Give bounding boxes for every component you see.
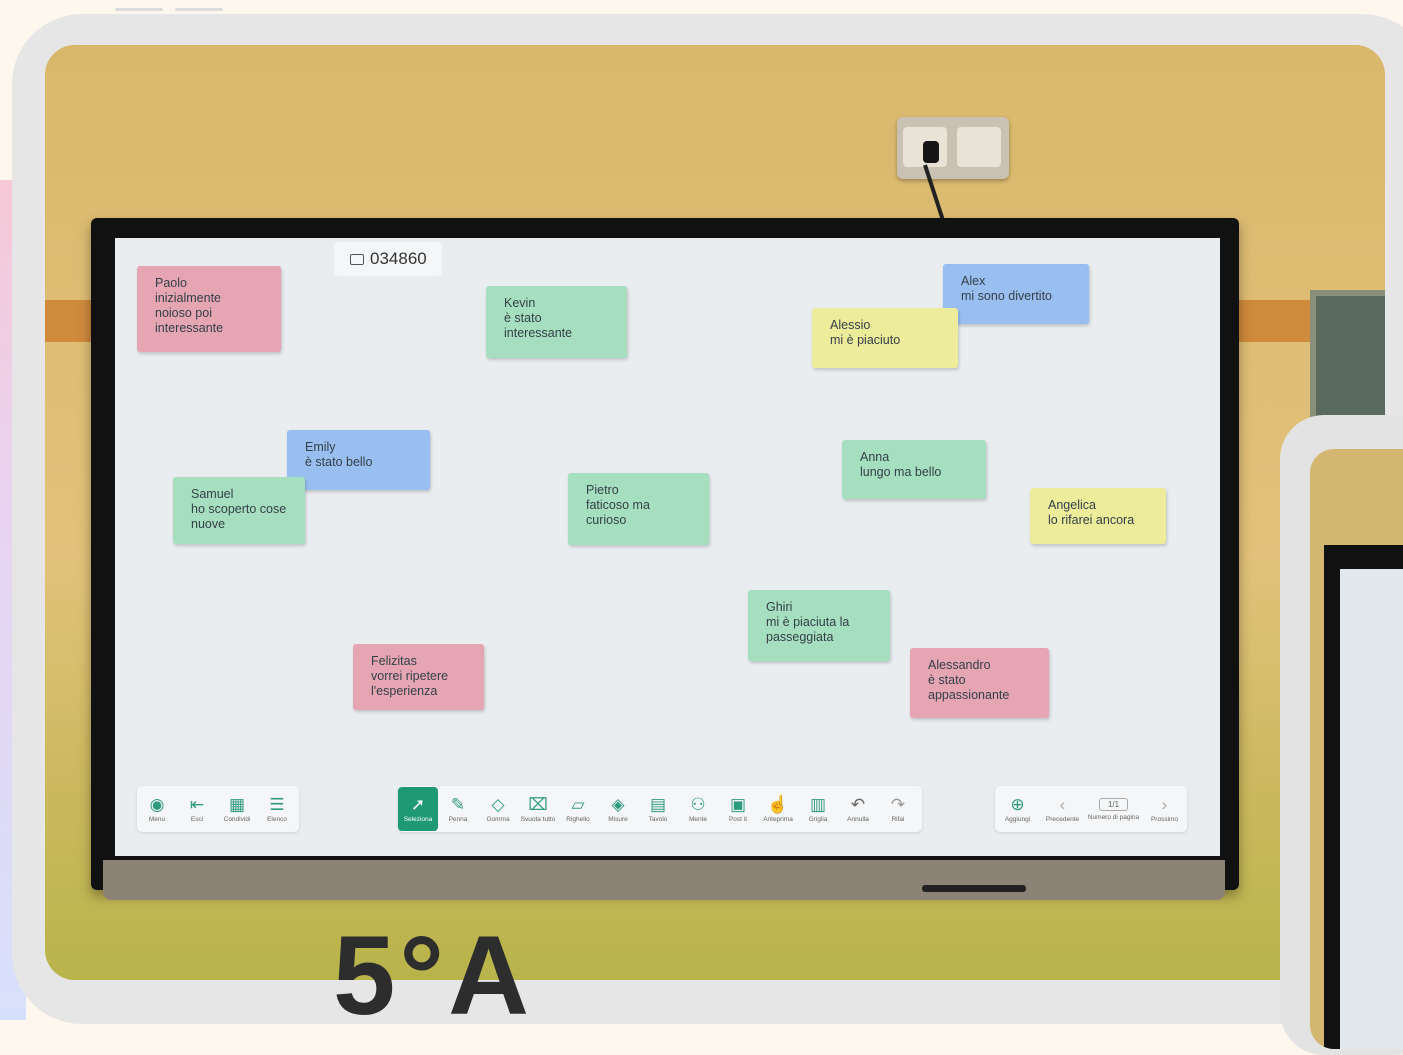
shapes-button[interactable]: ◈ Misure — [598, 787, 638, 831]
second-tablet-frame — [1280, 415, 1403, 1055]
previous-page-button[interactable]: ‹ Precedente — [1043, 787, 1083, 831]
menu-icon: ◉ — [149, 794, 165, 814]
wall-frame — [1310, 290, 1385, 432]
chevron-left-icon: ‹ — [1059, 794, 1066, 814]
grid-button[interactable]: ▥ Griglia — [798, 787, 838, 831]
code-icon — [350, 253, 364, 265]
toolbar-left: ◉ Menu ⇤ Esci ▦ Condividi ☰ Elenco — [137, 786, 299, 832]
menu-button[interactable]: ◉ Menu — [137, 787, 177, 831]
toolbar-pages: ⊕ Aggiungi ‹ Precedente 1/1 Numero di pagin… — [995, 786, 1187, 832]
add-icon: ⊕ — [1010, 794, 1025, 814]
share-button[interactable]: ▦ Condividi — [217, 787, 257, 831]
sticky-note[interactable]: Alessandro è stato appassionante — [910, 648, 1049, 718]
eraser-icon: ◇ — [491, 794, 505, 814]
classroom-photo: 034860 Paolo inizialmente noioso poi int… — [45, 45, 1385, 980]
ruler-icon: ▱ — [571, 794, 585, 814]
sticky-note[interactable]: Ghiri mi è piaciuta la passeggiata — [748, 590, 890, 661]
sticky-note-button[interactable]: ▣ Post it — [718, 787, 758, 831]
clear-all-button[interactable]: ⌧ Svuota tutto — [518, 787, 558, 831]
display-speaker-bar — [922, 885, 1026, 892]
sticky-note[interactable]: Emily è stato bello — [287, 430, 430, 490]
sticky-note[interactable]: Kevin è stato interessante — [486, 286, 627, 358]
sticky-note[interactable]: Samuel ho scoperto cose nuove — [173, 477, 305, 544]
toolbar-main: ➚ Seleziona ✎ Penna ◇ Gomma ⌧ Svuota tutto ▱… — [398, 786, 922, 832]
second-tablet-photo — [1310, 449, 1403, 1049]
room-code: 034860 — [370, 249, 427, 268]
page-number-value: 1/1 — [1098, 797, 1129, 811]
undo-button[interactable]: ↶ Annulla — [838, 787, 878, 831]
redo-icon: ↷ — [890, 794, 906, 814]
display-bottom-bezel — [103, 860, 1225, 900]
mindmap-icon: ⚇ — [690, 794, 706, 814]
pen-icon: ✎ — [450, 794, 466, 814]
decor-dash — [175, 8, 223, 11]
table-button[interactable]: ▤ Tavolo — [638, 787, 678, 831]
list-button[interactable]: ☰ Elenco — [257, 787, 297, 831]
undo-icon: ↶ — [850, 794, 866, 814]
list-icon: ☰ — [269, 794, 285, 814]
grid-icon: ▥ — [809, 794, 827, 814]
next-page-button[interactable]: › Prossimo — [1145, 787, 1185, 831]
redo-button[interactable]: ↷ Rifai — [878, 787, 918, 831]
shapes-icon: ◈ — [611, 794, 625, 814]
exit-icon: ⇤ — [189, 794, 205, 814]
sticky-note[interactable]: Paolo inizialmente noioso poi interessan… — [137, 266, 281, 352]
sticky-note[interactable]: Alex mi sono divertito — [943, 264, 1089, 324]
exit-button[interactable]: ⇤ Esci — [177, 787, 217, 831]
mindmap-button[interactable]: ⚇ Mente — [678, 787, 718, 831]
sticky-note[interactable]: Angelica lo rifarei ancora — [1030, 488, 1166, 544]
ruler-button[interactable]: ▱ Righello — [558, 787, 598, 831]
decor-dash — [115, 8, 163, 11]
pen-button[interactable]: ✎ Penna — [438, 787, 478, 831]
share-icon: ▦ — [228, 794, 246, 814]
sticky-note[interactable]: Felizitas vorrei ripetere l'esperienza — [353, 644, 484, 710]
select-button[interactable]: ➚ Seleziona — [398, 787, 438, 831]
clear-all-icon: ⌧ — [528, 794, 548, 814]
sticky-note[interactable]: Anna lungo ma bello — [842, 440, 986, 499]
preview-button[interactable]: ☝ Anteprima — [758, 787, 798, 831]
sticky-note[interactable]: Alessio mi è piaciuto — [812, 308, 958, 368]
chevron-right-icon: › — [1161, 794, 1168, 814]
preview-icon: ☝ — [767, 794, 789, 814]
sticky-note-icon: ▣ — [729, 794, 747, 814]
eraser-button[interactable]: ◇ Gomma — [478, 787, 518, 831]
room-code-badge: 034860 — [334, 242, 442, 276]
class-label: 5°A — [333, 913, 533, 1038]
page-number[interactable]: 1/1 Numero di pagina — [1088, 787, 1140, 831]
whiteboard-screen[interactable]: 034860 Paolo inizialmente noioso poi int… — [115, 238, 1220, 856]
add-page-button[interactable]: ⊕ Aggiungi — [998, 787, 1038, 831]
table-icon: ▤ — [649, 794, 667, 814]
sticky-note[interactable]: Pietro faticoso ma curioso — [568, 473, 709, 545]
power-socket — [897, 117, 1009, 179]
select-cursor-icon: ➚ — [410, 794, 426, 814]
